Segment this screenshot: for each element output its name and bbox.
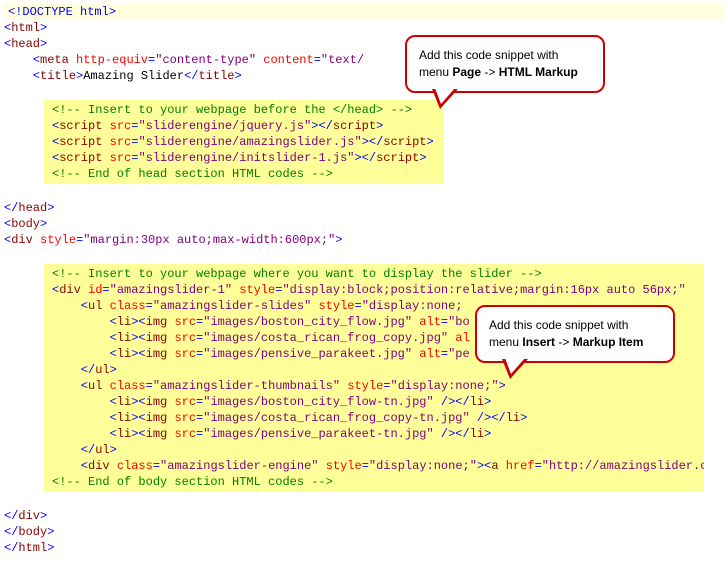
code-line: </div> <box>4 508 724 524</box>
code-viewer: <!DOCTYPE html> <html> <head> <meta http… <box>0 0 728 560</box>
callout-head: Add this code snippet with menu Page -> … <box>405 35 605 93</box>
code-line: <div style="margin:30px auto;max-width:6… <box>4 232 724 248</box>
menu-item: Markup Item <box>573 335 644 349</box>
bubble-tail-icon <box>432 89 458 109</box>
comment: <!-- Insert to your webpage where you wa… <box>52 267 542 281</box>
code-line: <title>Amazing Slider</title> <box>4 68 724 84</box>
head-snippet-block: <!-- Insert to your webpage before the <… <box>44 100 444 184</box>
code-line: </body> <box>4 524 724 540</box>
comment: <!-- Insert to your webpage before the <… <box>52 103 412 117</box>
code-line: </head> <box>4 200 724 216</box>
code-line: <meta http-equiv="content-type" content=… <box>4 52 724 68</box>
code-line: <!DOCTYPE html> <box>4 4 724 20</box>
body-snippet-block: <!-- Insert to your webpage where you wa… <box>44 264 704 492</box>
menu-item: HTML Markup <box>499 65 578 79</box>
doctype: <!DOCTYPE html> <box>8 5 116 19</box>
code-line: <body> <box>4 216 724 232</box>
code-line: <html> <box>4 20 724 36</box>
code-line: </html> <box>4 540 724 556</box>
menu-name: Page <box>452 65 481 79</box>
callout-body: Add this code snippet with menu Insert -… <box>475 305 675 363</box>
comment: <!-- End of body section HTML codes --> <box>52 475 333 489</box>
bubble-tail-icon <box>502 359 528 379</box>
comment: <!-- End of head section HTML codes --> <box>52 167 333 181</box>
code-line: <head> <box>4 36 724 52</box>
menu-name: Insert <box>522 335 555 349</box>
